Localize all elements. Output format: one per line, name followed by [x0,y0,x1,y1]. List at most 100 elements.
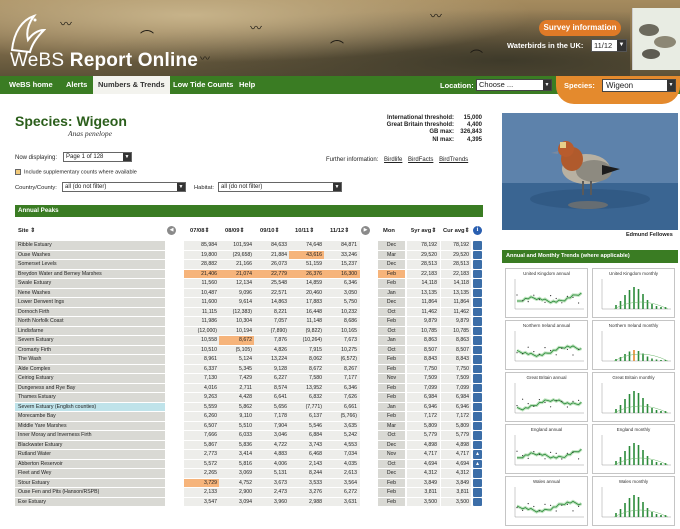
supplementary-counts-option[interactable]: Include supplementary counts where avail… [15,169,137,175]
species-select[interactable]: Wigeon ▼ [602,79,676,92]
site-column-header[interactable]: Site ⇕ [18,228,35,234]
status-square-icon[interactable] [473,288,482,297]
status-square-icon[interactable] [473,383,482,392]
site-name-cell[interactable]: Alde Complex [15,364,165,373]
previous-years-icon[interactable]: ◀ [167,226,176,235]
site-name-cell[interactable]: Severn Estuary (English counties) [15,402,165,411]
supplementary-checkbox[interactable] [15,169,21,175]
year-column-header[interactable]: 07/08⇕ [190,228,209,234]
nav-help[interactable]: Help [234,76,260,94]
site-name-cell[interactable]: The Wash [15,355,165,364]
status-square-icon[interactable] [473,279,482,288]
habitat-select[interactable]: all (do not filter) ▼ [218,182,342,192]
nav-webs-home[interactable]: WeBS home [4,76,58,94]
five-year-average-header[interactable]: 5yr avg⇕ [411,228,436,234]
site-name-cell[interactable]: Inner Moray and Inverness Firth [15,431,165,440]
birdfacts-link[interactable]: BirdFacts [408,157,433,163]
site-name-cell[interactable]: Fleet and Wey [15,469,165,478]
nav-numbers-trends[interactable]: Numbers & Trends [93,76,170,94]
status-square-icon[interactable] [473,374,482,383]
trend-chart[interactable]: Northern Ireland monthly [592,320,675,370]
site-name-cell[interactable]: Abberton Reservoir [15,459,165,468]
status-square-icon[interactable] [473,269,482,278]
nav-low-tide-counts[interactable]: Low Tide Counts [168,76,238,94]
trend-chart[interactable]: England annual [505,424,588,474]
country-select[interactable]: all (do not filter) ▼ [62,182,186,192]
trend-chart[interactable]: Wales annual [505,476,588,526]
site-name-cell[interactable]: Dungeness and Rye Bay [15,383,165,392]
status-square-icon[interactable] [473,345,482,354]
site-name-cell[interactable]: Morecambe Bay [15,412,165,421]
status-square-icon[interactable] [473,402,482,411]
status-square-icon[interactable] [473,421,482,430]
trend-chart[interactable]: Wales monthly [592,476,675,526]
site-name-cell[interactable]: Rutland Water [15,450,165,459]
status-square-icon[interactable] [473,317,482,326]
status-square-icon[interactable] [473,336,482,345]
annual-peaks-header: Annual Peaks [15,205,483,217]
trend-chart[interactable]: Northern Ireland annual [505,320,588,370]
site-name-cell[interactable]: Breydon Water and Berney Marshes [15,269,165,278]
trend-chart[interactable]: Great Britain annual [505,372,588,422]
site-name-cell[interactable]: Ceiriog Estuary [15,374,165,383]
status-square-icon[interactable] [473,478,482,487]
site-name-cell[interactable]: Ouse Washes [15,250,165,259]
trend-chart[interactable]: England monthly [592,424,675,474]
status-square-icon[interactable] [473,497,482,506]
site-name-cell[interactable]: Thames Estuary [15,393,165,402]
status-square-icon[interactable] [473,431,482,440]
trend-chart[interactable]: United Kingdom annual [505,268,588,318]
site-name-cell[interactable]: Blackwater Estuary [15,440,165,449]
birdlife-link[interactable]: Birdlife [384,157,402,163]
status-square-icon[interactable] [473,326,482,335]
status-square-icon[interactable] [473,469,482,478]
status-square-icon[interactable] [473,250,482,259]
site-logo-text[interactable]: WeBS Report Online [10,50,198,72]
site-name-cell[interactable]: Severn Estuary [15,336,165,345]
site-name-cell[interactable]: Swale Estuary [15,279,165,288]
month-column-header[interactable]: Mon [383,228,395,234]
status-square-icon[interactable] [473,440,482,449]
page-select[interactable]: Page 1 of 128 ▼ [63,152,132,162]
status-square-icon[interactable] [473,298,482,307]
peak-count-cell: 8,686 [324,317,360,326]
up-arrow-icon[interactable]: ▴ [473,459,482,468]
year-column-header[interactable]: 09/10⇕ [260,228,279,234]
year-column-header[interactable]: 10/11⇕ [295,228,314,234]
next-years-icon[interactable]: ▶ [361,226,370,235]
up-arrow-icon[interactable]: ▴ [473,450,482,459]
site-name-cell[interactable]: Middle Yare Marshes [15,421,165,430]
status-square-icon[interactable] [473,307,482,316]
status-square-icon[interactable] [473,393,482,402]
site-name-cell[interactable]: Ribble Estuary [15,241,165,250]
site-name-cell[interactable]: Lindisfarne [15,326,165,335]
site-name-cell[interactable]: Somerset Levels [15,260,165,269]
site-name-cell[interactable]: North Norfolk Coast [15,317,165,326]
site-name-cell[interactable]: Dornoch Firth [15,307,165,316]
year-column-header[interactable]: 08/09⇕ [225,228,244,234]
status-square-icon[interactable] [473,488,482,497]
site-name-cell[interactable]: Cromarty Firth [15,345,165,354]
waterbirds-year-select[interactable]: 11/12 ▼ [591,39,627,52]
year-column-header[interactable]: 11/12⇕ [330,228,349,234]
current-average-cell: 3,849 [441,478,471,487]
site-name-cell[interactable]: Ouse Fen and Pits (Hanson/RSPB) [15,488,165,497]
nav-alerts[interactable]: Alerts [61,76,92,94]
status-square-icon[interactable] [473,412,482,421]
birdtrends-link[interactable]: BirdTrends [439,157,468,163]
status-square-icon[interactable] [473,241,482,250]
info-icon[interactable]: i [473,226,482,235]
trend-chart[interactable]: United Kingdom monthly [592,268,675,318]
status-square-icon[interactable] [473,355,482,364]
current-average-header[interactable]: Cur avg⇕ [443,228,469,234]
status-square-icon[interactable] [473,364,482,373]
survey-information-button[interactable]: Survey information [539,20,621,36]
site-name-cell[interactable]: Stour Estuary [15,478,165,487]
status-square-icon[interactable] [473,260,482,269]
site-name-cell[interactable]: Nene Washes [15,288,165,297]
peak-count-cell: 3,743 [289,440,325,449]
trend-chart[interactable]: Great Britain monthly [592,372,675,422]
site-name-cell[interactable]: Lower Derwent Ings [15,298,165,307]
site-name-cell[interactable]: Exe Estuary [15,497,165,506]
location-select[interactable]: Choose ... ▼ [476,79,552,91]
